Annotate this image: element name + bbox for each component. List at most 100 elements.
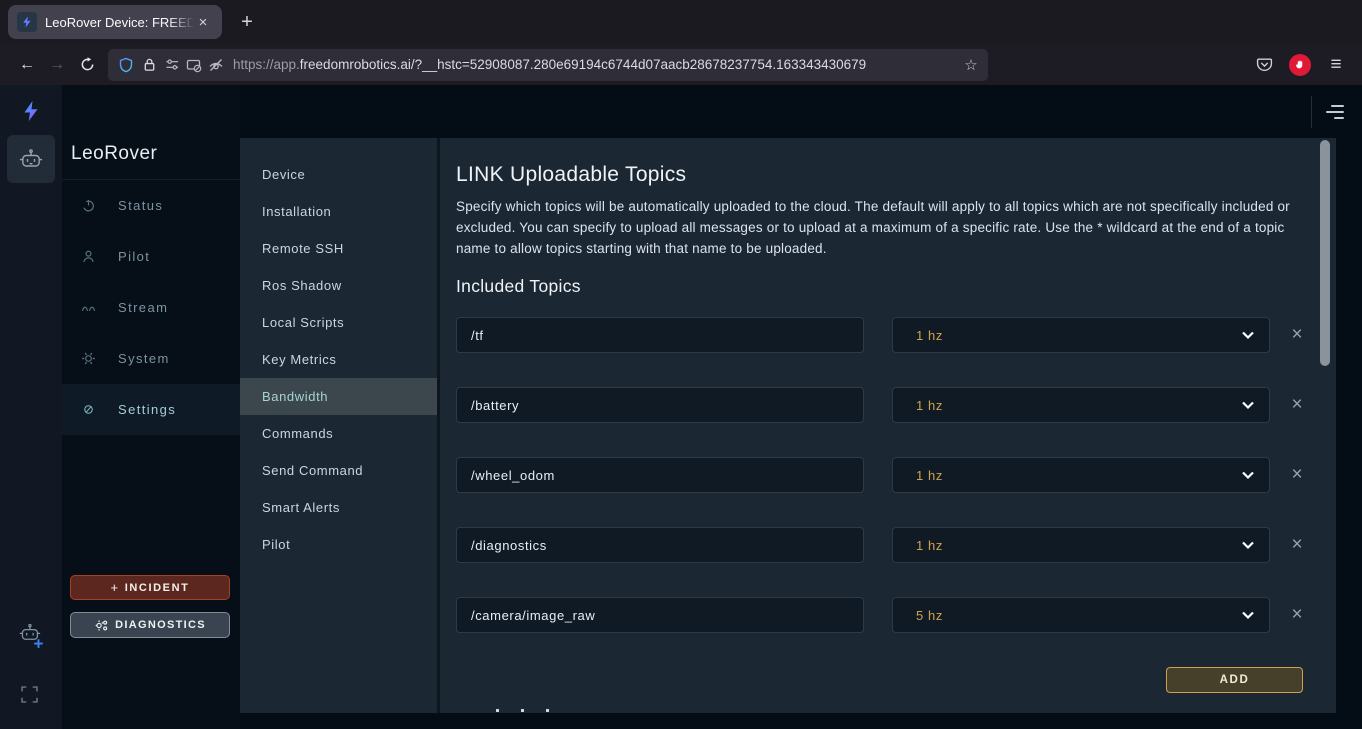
- topic-name-input[interactable]: [456, 527, 864, 563]
- scrollbar-thumb[interactable]: [1320, 140, 1330, 366]
- settings-nav-smart-alerts[interactable]: Smart Alerts: [240, 489, 437, 526]
- url-domain: freedomrobotics.ai: [300, 57, 411, 72]
- topic-row: 1 hz ×: [456, 317, 1336, 353]
- bandwidth-settings-main: LINK Uploadable Topics Specify which top…: [440, 138, 1336, 713]
- settings-nav: Device Installation Remote SSH Ros Shado…: [240, 138, 440, 713]
- included-topics-list: 1 hz × 1 hz: [456, 317, 1336, 633]
- protections-shield-icon[interactable]: [118, 57, 134, 73]
- add-topic-button[interactable]: ADD: [1166, 667, 1303, 693]
- permission-autoplay-blocked-icon[interactable]: [208, 57, 224, 73]
- screen: LeoRover Device: FREED × + ← →: [0, 0, 1362, 729]
- sidebar-item-stream[interactable]: Stream: [62, 282, 240, 333]
- settings-nav-local-scripts[interactable]: Local Scripts: [240, 304, 437, 341]
- tab-favicon: [17, 12, 37, 32]
- browser-tab[interactable]: LeoRover Device: FREED ×: [8, 5, 222, 39]
- section-title: Included Topics: [456, 276, 1336, 297]
- menu-icon[interactable]: ≡: [1322, 51, 1350, 79]
- plus-icon: [34, 639, 43, 648]
- adblocker-extension-icon[interactable]: [1286, 51, 1314, 79]
- topic-name-input[interactable]: [456, 457, 864, 493]
- person-icon: [80, 249, 96, 265]
- header-divider: [1311, 96, 1312, 128]
- app-window: LeoRover Status Pilot: [0, 85, 1362, 729]
- remove-topic-button[interactable]: ×: [1286, 324, 1308, 346]
- diagnostics-button[interactable]: DIAGNOSTICS: [70, 612, 230, 638]
- rate-dropdown[interactable]: 1 hz: [892, 387, 1270, 423]
- tab-close-icon[interactable]: ×: [193, 12, 213, 32]
- topic-row: 1 hz ×: [456, 527, 1336, 563]
- settings-nav-key-metrics[interactable]: Key Metrics: [240, 341, 437, 378]
- url-path: /?__hstc=52908087.280e69194c6744d07aacb2…: [411, 57, 866, 72]
- notifications-filter-icon[interactable]: [1326, 105, 1344, 119]
- forward-button[interactable]: →: [42, 50, 72, 80]
- topic-row: 5 hz ×: [456, 597, 1336, 633]
- settings-nav-send-command[interactable]: Send Command: [240, 452, 437, 489]
- chevron-down-icon: [1241, 470, 1255, 480]
- settings-nav-commands[interactable]: Commands: [240, 415, 437, 452]
- remove-topic-button[interactable]: ×: [1286, 534, 1308, 556]
- settings-nav-ros-shadow[interactable]: Ros Shadow: [240, 267, 437, 304]
- tab-title-fade: [168, 5, 194, 39]
- device-tab-active[interactable]: [7, 135, 55, 183]
- chevron-down-icon: [1241, 540, 1255, 550]
- lightning-icon: [21, 16, 33, 28]
- device-sidebar: LeoRover Status Pilot: [62, 85, 240, 729]
- sidebar-item-settings[interactable]: Settings: [62, 384, 240, 435]
- rate-dropdown[interactable]: 1 hz: [892, 527, 1270, 563]
- url-text[interactable]: https://app.freedomrobotics.ai/?__hstc=5…: [233, 57, 978, 72]
- settings-nav-installation[interactable]: Installation: [240, 193, 437, 230]
- bookmark-star-icon[interactable]: ☆: [960, 54, 982, 76]
- topic-row: 1 hz ×: [456, 457, 1336, 493]
- url-bar[interactable]: https://app.freedomrobotics.ai/?__hstc=5…: [108, 49, 988, 81]
- app-rail: [0, 85, 62, 729]
- plus-icon: +: [111, 580, 120, 595]
- browser-toolbar: ← →: [0, 44, 1362, 85]
- topic-row: 1 hz ×: [456, 387, 1336, 423]
- browser-tab-strip: LeoRover Device: FREED × +: [0, 0, 1362, 44]
- rate-dropdown[interactable]: 5 hz: [892, 597, 1270, 633]
- gears-icon: [94, 619, 109, 632]
- chevron-down-icon: [1241, 330, 1255, 340]
- topic-name-input[interactable]: [456, 387, 864, 423]
- chevron-down-icon: [1241, 400, 1255, 410]
- topic-name-input[interactable]: [456, 597, 864, 633]
- lock-icon[interactable]: [142, 57, 157, 72]
- sidebar-item-pilot[interactable]: Pilot: [62, 231, 240, 282]
- device-name: LeoRover: [71, 143, 240, 165]
- chevron-down-icon: [1241, 610, 1255, 620]
- settings-nav-pilot[interactable]: Pilot: [240, 526, 437, 563]
- settings-panel: Device Installation Remote SSH Ros Shado…: [240, 138, 1336, 713]
- fullscreen-icon[interactable]: [21, 686, 38, 708]
- settings-icon: [80, 402, 96, 418]
- page-title: LINK Uploadable Topics: [456, 163, 1336, 187]
- sidebar-item-status[interactable]: Status: [62, 180, 240, 231]
- page-description: Specify which topics will be automatical…: [456, 196, 1336, 259]
- remove-topic-button[interactable]: ×: [1286, 604, 1308, 626]
- reload-icon: [80, 57, 95, 72]
- waves-icon: [80, 300, 96, 316]
- freedom-logo-icon[interactable]: [19, 99, 43, 128]
- robot-icon: [17, 145, 45, 173]
- url-protocol: https://app.: [233, 57, 300, 72]
- settings-nav-device[interactable]: Device: [240, 156, 437, 193]
- gear-icon: [80, 351, 96, 367]
- device-header: LeoRover: [62, 85, 240, 180]
- clipped-next-row: [496, 709, 549, 712]
- settings-nav-bandwidth[interactable]: Bandwidth: [240, 378, 437, 415]
- add-device-button[interactable]: [17, 620, 45, 655]
- settings-nav-remote-ssh[interactable]: Remote SSH: [240, 230, 437, 267]
- remove-topic-button[interactable]: ×: [1286, 464, 1308, 486]
- rate-dropdown[interactable]: 1 hz: [892, 457, 1270, 493]
- sidebar-item-system[interactable]: System: [62, 333, 240, 384]
- power-icon: [80, 198, 96, 214]
- rate-dropdown[interactable]: 1 hz: [892, 317, 1270, 353]
- back-button[interactable]: ←: [12, 50, 42, 80]
- remove-topic-button[interactable]: ×: [1286, 394, 1308, 416]
- topic-name-input[interactable]: [456, 317, 864, 353]
- permission-blocked-icon[interactable]: [186, 57, 202, 73]
- new-tab-button[interactable]: +: [232, 7, 262, 37]
- reload-button[interactable]: [72, 50, 102, 80]
- pocket-icon[interactable]: [1250, 51, 1278, 79]
- incident-button[interactable]: + INCIDENT: [70, 575, 230, 600]
- permission-sliders-icon[interactable]: [165, 57, 180, 72]
